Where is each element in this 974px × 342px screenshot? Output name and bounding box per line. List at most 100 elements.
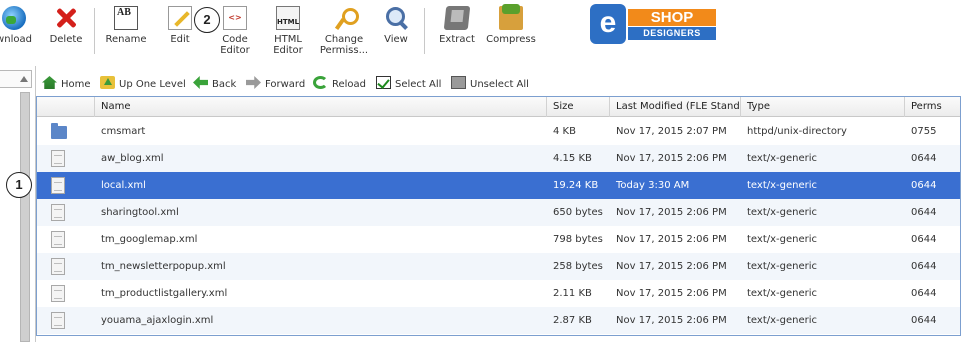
file-name[interactable]: aw_blog.xml [95,145,547,172]
unchecked-box-icon [451,76,466,89]
file-name[interactable]: tm_productlistgallery.xml [95,280,547,307]
compress-button[interactable]: Compress [484,4,538,45]
file-name[interactable]: local.xml [95,172,547,199]
row-icon-cell [37,145,95,172]
table-row[interactable]: tm_googlemap.xml 798 bytes Nov 17, 2015 … [37,226,960,253]
file-size: 258 bytes [553,261,603,272]
row-icon-cell [37,226,95,253]
file-modified: Nov 17, 2015 2:06 PM [616,261,727,272]
file-modified: Nov 17, 2015 2:06 PM [616,153,727,164]
file-size: 2.11 KB [553,288,592,299]
file-type: text/x-generic [747,234,818,245]
file-size: 19.24 KB [553,180,599,191]
compress-label: Compress [486,34,536,45]
file-manager-toolbar: wnload Delete AB Rename Edit <> Code Edi… [0,0,974,66]
home-label: Home [61,79,91,90]
file-perms: 0644 [911,180,937,191]
extract-label: Extract [439,34,475,45]
forward-button[interactable]: Forward [246,76,305,92]
back-label: Back [212,79,237,90]
file-perms: 0644 [911,261,937,272]
html-editor-icon: HTML [276,6,300,30]
delete-button[interactable]: Delete [46,6,86,45]
file-name[interactable]: cmsmart [95,118,547,145]
file-icon [51,150,65,167]
file-size: 650 bytes [553,207,603,218]
file-name[interactable]: sharingtool.xml [95,199,547,226]
download-button[interactable]: wnload [0,6,38,45]
unselect-all-label: Unselect All [470,79,529,90]
toolbar-divider [424,8,425,54]
home-button[interactable]: Home [42,76,91,92]
table-row[interactable]: youama_ajaxlogin.xml 2.87 KB Nov 17, 201… [37,307,960,334]
row-icon-cell [37,199,95,226]
logo-line-2: DESIGNERS [628,27,716,40]
step-marker-1: 1 [6,172,32,198]
file-icon [51,204,65,221]
edit-label: Edit [170,34,190,45]
change-permissions-button[interactable]: Change Permiss... [317,6,371,56]
download-icon [2,6,26,30]
file-type: httpd/unix-directory [747,126,847,137]
home-icon [42,76,57,89]
file-modified: Nov 17, 2015 2:06 PM [616,288,727,299]
table-row-selected[interactable]: local.xml 19.24 KB Today 3:30 AM text/x-… [37,172,960,199]
rename-button[interactable]: AB Rename [103,6,149,45]
table-row[interactable]: tm_newsletterpopup.xml 258 bytes Nov 17,… [37,253,960,280]
html-editor-button[interactable]: HTML HTML Editor [267,6,309,56]
scroll-up-arrow-icon[interactable] [20,76,28,82]
code-editor-label-1: Code [222,34,248,45]
delete-label: Delete [49,34,83,45]
compress-icon [499,4,523,30]
up-one-level-label: Up One Level [119,79,186,90]
code-editor-icon: <> [223,6,247,30]
back-button[interactable]: Back [193,76,236,92]
file-perms: 0644 [911,153,937,164]
tree-path-box[interactable] [0,70,32,88]
file-type: text/x-generic [747,315,818,326]
reload-button[interactable]: Reload [313,76,366,92]
code-editor-label-2: Editor [220,45,250,56]
file-icon [51,231,65,248]
table-row[interactable]: cmsmart 4 KB Nov 17, 2015 2:07 PM httpd/… [37,118,960,145]
rename-icon: AB [114,6,138,30]
file-perms: 0644 [911,234,937,245]
view-button[interactable]: View [380,6,412,45]
row-icon-cell [37,280,95,307]
up-one-level-button[interactable]: Up One Level [100,76,186,92]
file-size: 4.15 KB [553,153,592,164]
file-name[interactable]: tm_newsletterpopup.xml [95,253,547,280]
file-type: text/x-generic [747,288,818,299]
row-icon-cell [37,307,95,334]
edit-icon [168,6,192,30]
code-editor-button[interactable]: <> Code Editor [214,6,256,56]
table-row[interactable]: sharingtool.xml 650 bytes Nov 17, 2015 2… [37,199,960,226]
toolbar-divider [94,8,95,54]
column-header-name[interactable]: Name [95,97,547,117]
table-row[interactable]: aw_blog.xml 4.15 KB Nov 17, 2015 2:06 PM… [37,145,960,172]
file-size: 2.87 KB [553,315,592,326]
file-icon [51,258,65,275]
file-modified: Nov 17, 2015 2:06 PM [616,234,727,245]
select-all-label: Select All [395,79,442,90]
column-header-last-modified[interactable]: Last Modified (FLE Standard [610,97,741,117]
table-row[interactable]: tm_productlistgallery.xml 2.11 KB Nov 17… [37,280,960,307]
column-header-size[interactable]: Size [547,97,610,117]
file-name[interactable]: youama_ajaxlogin.xml [95,307,547,334]
column-header-type[interactable]: Type [741,97,905,117]
tree-scrollbar[interactable] [20,92,30,342]
file-modified: Nov 17, 2015 2:06 PM [616,315,727,326]
step-marker-2: 2 [194,7,220,33]
unselect-all-button[interactable]: Unselect All [451,76,529,92]
file-perms: 0755 [911,126,937,137]
file-name[interactable]: tm_googlemap.xml [95,226,547,253]
edit-button[interactable]: Edit [164,6,196,45]
select-all-button[interactable]: Select All [376,76,441,92]
file-icon [51,285,65,302]
change-perms-label-1: Change [324,34,364,45]
column-header-perms[interactable]: Perms [905,97,960,117]
table-header: Name Size Last Modified (FLE Standard Ty… [37,97,960,117]
eshop-designers-logo: e SHOP DESIGNERS [590,4,717,44]
extract-button[interactable]: Extract [436,6,478,45]
magnifier-icon [384,6,408,30]
